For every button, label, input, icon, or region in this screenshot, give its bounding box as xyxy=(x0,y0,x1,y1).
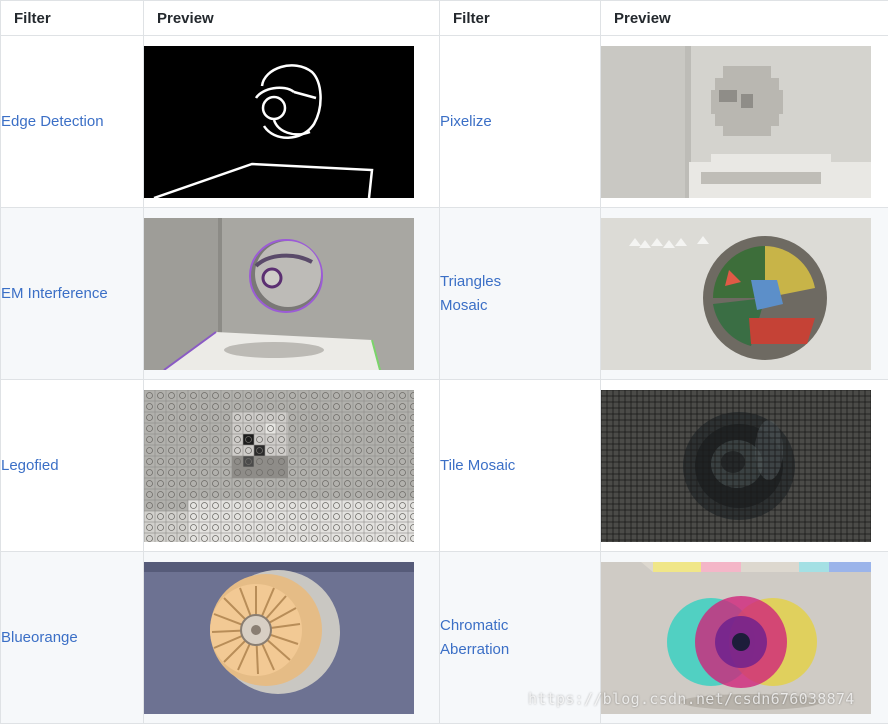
chromatic-aberration-preview xyxy=(601,562,871,714)
filter-table: Filter Preview Filter Preview Edge Detec… xyxy=(0,0,888,724)
filter-link-triangles-mosaic[interactable]: Triangles Mosaic xyxy=(440,270,550,318)
edge-detection-preview xyxy=(144,46,414,198)
column-header-filter: Filter xyxy=(1,1,144,36)
filter-cell: Blueorange xyxy=(1,552,144,724)
pixelize-preview xyxy=(601,46,871,198)
column-header-preview: Preview xyxy=(144,1,440,36)
filter-cell: Edge Detection xyxy=(1,36,144,208)
table-header-row: Filter Preview Filter Preview xyxy=(1,1,888,36)
tile-mosaic-preview xyxy=(601,390,871,542)
filter-link-blueorange[interactable]: Blueorange xyxy=(1,626,111,650)
filter-link-edge-detection[interactable]: Edge Detection xyxy=(1,110,111,134)
filter-cell: Legofied xyxy=(1,380,144,552)
filter-cell: EM Interference xyxy=(1,208,144,380)
filter-link-chromatic-aberration[interactable]: Chromatic Aberration xyxy=(440,614,550,662)
preview-cell xyxy=(601,380,888,552)
filter-link-pixelize[interactable]: Pixelize xyxy=(440,110,550,134)
filter-cell: Triangles Mosaic xyxy=(440,208,601,380)
table-row: Edge Detection xyxy=(1,36,888,208)
blueorange-preview xyxy=(144,562,414,714)
filter-link-legofied[interactable]: Legofied xyxy=(1,454,111,478)
preview-cell xyxy=(144,552,440,724)
triangles-mosaic-preview xyxy=(601,218,871,370)
preview-cell xyxy=(144,36,440,208)
column-header-preview: Preview xyxy=(601,1,888,36)
preview-cell xyxy=(601,36,888,208)
table-row: Legofied xyxy=(1,380,888,552)
filter-cell: Tile Mosaic xyxy=(440,380,601,552)
preview-cell xyxy=(601,552,888,724)
column-header-filter: Filter xyxy=(440,1,601,36)
preview-cell xyxy=(601,208,888,380)
legofied-preview xyxy=(144,390,414,542)
table-row: Blueorange xyxy=(1,552,888,724)
filter-link-tile-mosaic[interactable]: Tile Mosaic xyxy=(440,454,550,478)
preview-cell xyxy=(144,380,440,552)
preview-cell xyxy=(144,208,440,380)
em-interference-preview xyxy=(144,218,414,370)
filter-cell: Pixelize xyxy=(440,36,601,208)
filter-cell: Chromatic Aberration xyxy=(440,552,601,724)
filter-link-em-interference[interactable]: EM Interference xyxy=(1,282,111,306)
table-row: EM Interference xyxy=(1,208,888,380)
